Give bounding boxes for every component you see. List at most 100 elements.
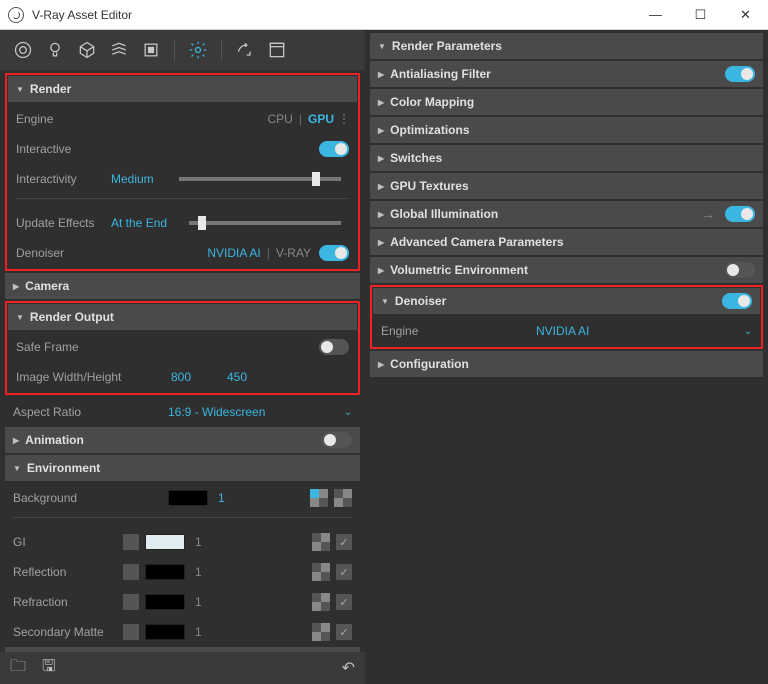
interactive-label: Interactive [16, 142, 171, 156]
gi-texture-icon[interactable] [312, 533, 330, 551]
antialiasing-toggle[interactable] [725, 66, 755, 82]
gi-swatch[interactable] [145, 534, 185, 550]
section-render-output[interactable]: Render Output [8, 304, 357, 330]
refl-label: Reflection [13, 565, 123, 579]
interactivity-value[interactable]: Medium [111, 172, 171, 186]
update-effects-value[interactable]: At the End [111, 216, 181, 230]
aspect-dropdown-icon[interactable]: ⌄ [344, 407, 352, 418]
lights-icon[interactable] [40, 35, 70, 65]
engine-cpu[interactable]: CPU [268, 112, 293, 126]
close-button[interactable]: ✕ [723, 0, 768, 30]
section-environment-label: Environment [27, 461, 100, 475]
refl-enable-check[interactable] [123, 564, 139, 580]
engine-menu-icon[interactable]: ⋮ [338, 112, 349, 126]
refr-check[interactable]: ✓ [336, 594, 352, 610]
image-wh-label: Image Width/Height [16, 370, 171, 384]
highlight-render: Render Engine CPU | GPU ⋮ Interactive In… [5, 73, 360, 271]
denoiser-nvidia[interactable]: NVIDIA AI [207, 246, 260, 260]
revert-icon[interactable]: ↶ [342, 658, 355, 678]
interactivity-label: Interactivity [16, 172, 111, 186]
gi-enable-check[interactable] [123, 534, 139, 550]
refl-texture-icon[interactable] [312, 563, 330, 581]
section-global-illumination[interactable]: Global Illumination→ [370, 201, 763, 227]
textures-icon[interactable] [136, 35, 166, 65]
denoiser-engine-value[interactable]: NVIDIA AI [536, 324, 589, 338]
section-color-mapping[interactable]: Color Mapping [370, 89, 763, 115]
engine-label: Engine [16, 112, 171, 126]
geometry-icon[interactable] [72, 35, 102, 65]
save-file-icon[interactable]: 🖫 [42, 655, 56, 682]
interactivity-slider[interactable] [179, 177, 341, 181]
highlight-render-output: Render Output Safe Frame Image Width/Hei… [5, 301, 360, 395]
aspect-ratio-value[interactable]: 16:9 - Widescreen [168, 405, 265, 419]
section-render[interactable]: Render [8, 76, 357, 102]
refr-swatch[interactable] [145, 594, 185, 610]
section-render-parameters[interactable]: Render Parameters [370, 33, 763, 59]
section-denoiser[interactable]: Denoiser [373, 288, 760, 314]
section-camera[interactable]: Camera [5, 273, 360, 299]
refl-value[interactable]: 1 [195, 565, 225, 579]
right-denoiser-toggle[interactable] [722, 293, 752, 309]
vray-logo-icon [8, 7, 24, 23]
section-configuration[interactable]: Configuration [370, 351, 763, 377]
bg-value[interactable]: 1 [218, 491, 248, 505]
section-render-label: Render [30, 82, 71, 96]
render-interactive-icon[interactable] [230, 35, 260, 65]
section-antialiasing[interactable]: Antialiasing Filter [370, 61, 763, 87]
bottom-toolbar: 🗀 🖫 ↶ [0, 652, 365, 684]
safe-frame-toggle[interactable] [319, 339, 349, 355]
section-environment[interactable]: Environment [5, 455, 360, 481]
gi-check[interactable]: ✓ [336, 534, 352, 550]
sec-texture-icon[interactable] [312, 623, 330, 641]
image-height-input[interactable]: 450 [227, 370, 283, 384]
sec-enable-check[interactable] [123, 624, 139, 640]
denoiser-engine-dropdown-icon[interactable]: ⌄ [744, 326, 752, 337]
volumetric-toggle[interactable] [725, 262, 755, 278]
materials-icon[interactable] [8, 35, 38, 65]
sec-label: Secondary Matte [13, 625, 123, 639]
section-switches[interactable]: Switches [370, 145, 763, 171]
refr-enable-check[interactable] [123, 594, 139, 610]
section-volumetric[interactable]: Volumetric Environment [370, 257, 763, 283]
image-width-input[interactable]: 800 [171, 370, 227, 384]
highlight-denoiser: Denoiser Engine NVIDIA AI ⌄ [370, 285, 763, 349]
sec-value[interactable]: 1 [195, 625, 225, 639]
gi-toggle[interactable] [725, 206, 755, 222]
update-effects-label: Update Effects [16, 216, 111, 230]
sec-check[interactable]: ✓ [336, 624, 352, 640]
refr-texture-icon[interactable] [312, 593, 330, 611]
sec-swatch[interactable] [145, 624, 185, 640]
bg-map-icon[interactable] [334, 489, 352, 507]
render-elements-icon[interactable] [104, 35, 134, 65]
denoiser-vray[interactable]: V-RAY [276, 246, 311, 260]
gi-arrow-icon: → [701, 206, 715, 222]
section-animation-label: Animation [25, 433, 84, 447]
bg-label: Background [13, 491, 168, 505]
denoiser-toggle[interactable] [319, 245, 349, 261]
section-gpu-textures[interactable]: GPU Textures [370, 173, 763, 199]
gi-value[interactable]: 1 [195, 535, 225, 549]
bg-texture-icon[interactable] [310, 489, 328, 507]
update-effects-slider[interactable] [189, 221, 341, 225]
section-optimizations[interactable]: Optimizations [370, 117, 763, 143]
window-title: V-Ray Asset Editor [32, 8, 633, 22]
titlebar: V-Ray Asset Editor — ☐ ✕ [0, 0, 768, 30]
open-file-icon[interactable]: 🗀 [10, 655, 26, 682]
section-animation[interactable]: Animation [5, 427, 360, 453]
settings-icon[interactable] [183, 35, 213, 65]
denoiser-label: Denoiser [16, 246, 111, 260]
bg-swatch[interactable] [168, 490, 208, 506]
refl-swatch[interactable] [145, 564, 185, 580]
animation-toggle[interactable] [322, 432, 352, 448]
engine-gpu[interactable]: GPU [308, 112, 334, 126]
denoiser-engine-label: Engine [381, 324, 536, 338]
left-toolbar [0, 30, 365, 70]
refr-value[interactable]: 1 [195, 595, 225, 609]
section-advanced-camera[interactable]: Advanced Camera Parameters [370, 229, 763, 255]
section-camera-label: Camera [25, 279, 69, 293]
minimize-button[interactable]: — [633, 0, 678, 30]
refl-check[interactable]: ✓ [336, 564, 352, 580]
maximize-button[interactable]: ☐ [678, 0, 723, 30]
interactive-toggle[interactable] [319, 141, 349, 157]
render-button-icon[interactable] [262, 35, 292, 65]
